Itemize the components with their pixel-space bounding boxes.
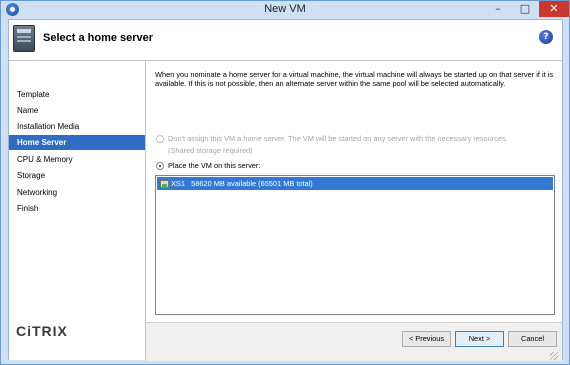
page-title: Select a home server xyxy=(43,32,154,44)
step-home-server[interactable]: Home Server xyxy=(9,135,145,150)
place-on-server-radio[interactable] xyxy=(156,162,164,170)
previous-button[interactable]: < Previous xyxy=(402,331,451,347)
wizard-steps: Template Name Installation Media Home Se… xyxy=(9,61,146,360)
no-home-server-label: Don't assign this VM a home server. The … xyxy=(168,134,508,143)
step-networking[interactable]: Networking xyxy=(9,185,145,200)
window-title: New VM xyxy=(264,3,306,15)
new-vm-window: New VM – □ ✕ Select a home server ? Temp… xyxy=(0,0,570,365)
step-storage[interactable]: Storage xyxy=(9,168,145,183)
step-cpu-memory[interactable]: CPU & Memory xyxy=(9,152,145,167)
minimize-button[interactable]: – xyxy=(485,1,511,17)
server-name: XS1 xyxy=(171,179,185,188)
host-server-icon xyxy=(160,180,169,188)
step-name[interactable]: Name xyxy=(9,103,145,118)
close-button[interactable]: ✕ xyxy=(539,1,569,17)
maximize-button[interactable]: □ xyxy=(512,1,538,17)
step-installation-media[interactable]: Installation Media xyxy=(9,119,145,134)
description-text: When you nominate a home server for a vi… xyxy=(155,70,554,88)
wizard-client: Select a home server ? Template Name Ins… xyxy=(8,19,563,361)
server-memory: 58620 MB available (65501 MB total) xyxy=(191,179,313,188)
citrix-logo: CiTRIX xyxy=(16,323,68,339)
no-home-server-radio[interactable] xyxy=(156,135,164,143)
shared-storage-note: (Shared storage required) xyxy=(168,146,253,155)
server-row-selected[interactable]: XS1 58620 MB available (65501 MB total) xyxy=(157,177,553,190)
wizard-footer: < Previous Next > Cancel xyxy=(146,322,562,361)
title-bar: New VM – □ ✕ xyxy=(1,1,569,19)
step-template[interactable]: Template xyxy=(9,87,145,102)
home-server-page: When you nominate a home server for a vi… xyxy=(146,61,562,322)
place-on-server-label: Place the VM on this server: xyxy=(168,161,261,170)
server-list[interactable]: XS1 58620 MB available (65501 MB total) xyxy=(155,175,555,315)
next-button[interactable]: Next > xyxy=(455,331,504,347)
server-icon xyxy=(13,25,35,52)
server-row-text: XS1 58620 MB available (65501 MB total) xyxy=(171,177,313,190)
cancel-button[interactable]: Cancel xyxy=(508,331,557,347)
step-finish[interactable]: Finish xyxy=(9,201,145,216)
wizard-header: Select a home server ? xyxy=(9,20,562,61)
resize-grip-icon[interactable] xyxy=(550,352,558,360)
help-icon[interactable]: ? xyxy=(539,30,553,44)
